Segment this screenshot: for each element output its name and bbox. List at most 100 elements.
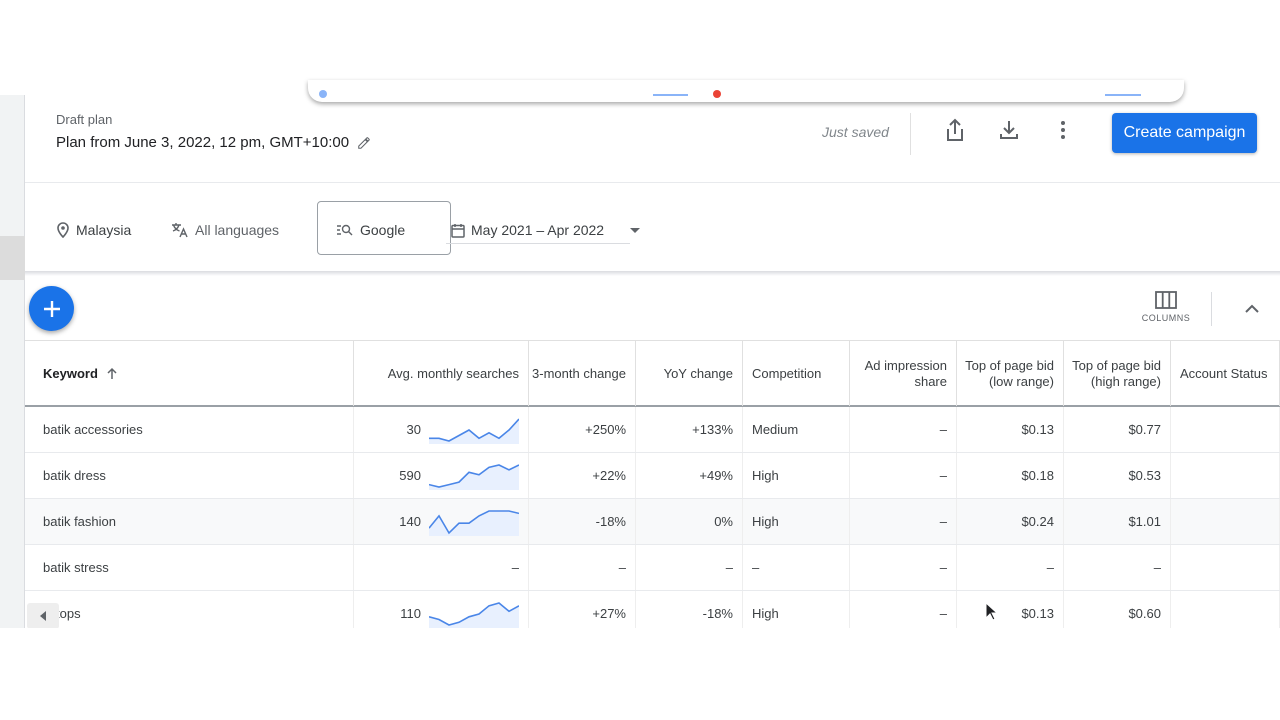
cell-yoy-text: +49% <box>699 468 733 483</box>
cell-impression-share: – <box>850 591 957 628</box>
cell-three-month-text: +250% <box>585 422 626 437</box>
cell-competition-text: – <box>752 560 760 575</box>
location-label: Malaysia <box>76 222 132 238</box>
create-campaign-button[interactable]: Create campaign <box>1112 113 1257 153</box>
cell-competition: Medium <box>743 407 850 452</box>
table-row[interactable]: batik dress 590 +22% +49% High – $0.18 $0.53 <box>25 453 1280 499</box>
filter-bar: Malaysia All languages Google May 2021 –… <box>25 183 1280 271</box>
trend-sparkline[interactable] <box>429 416 519 444</box>
plan-title[interactable]: Plan from June 3, 2022, 12 pm, GMT+10:00 <box>56 134 371 151</box>
bar-fragment <box>653 94 688 96</box>
collapse-button[interactable] <box>1240 297 1264 321</box>
cell-bid-high: – <box>1064 545 1171 590</box>
section-divider <box>25 271 1280 276</box>
search-network-icon <box>337 224 353 236</box>
table-row[interactable]: batik fashion 140 -18% 0% High – $0.24 $1.01 <box>25 499 1280 545</box>
cell-yoy-text: +133% <box>692 422 733 437</box>
download-icon[interactable] <box>996 117 1022 143</box>
cell-three-month-text: – <box>618 560 626 575</box>
cell-keyword-text: batik accessories <box>43 422 143 437</box>
columns-icon <box>1155 291 1177 309</box>
cell-bid-low: $0.13 <box>957 591 1064 628</box>
cell-bid-high-text: – <box>1153 560 1161 575</box>
table-row[interactable]: batik accessories 30 +250% +133% Medium – $0.1… <box>25 407 1280 453</box>
cell-three-month: +22% <box>529 453 636 498</box>
sort-ascending-icon[interactable] <box>106 367 118 380</box>
table-row[interactable]: batik stress – – – – – – – <box>25 545 1280 591</box>
dropdown-arrow-icon[interactable] <box>610 225 641 235</box>
toolbar-divider <box>1211 292 1212 326</box>
more-vert-icon[interactable] <box>1050 117 1076 143</box>
sparkline-area <box>429 510 519 536</box>
cell-three-month: – <box>529 545 636 590</box>
cell-yoy-text: -18% <box>702 606 733 621</box>
draft-label: Draft plan <box>56 112 113 127</box>
cell-keyword: batik fashion <box>25 499 354 544</box>
cell-yoy: +49% <box>636 453 743 498</box>
columns-button[interactable]: COLUMNS <box>1141 291 1191 331</box>
cell-yoy-text: 0% <box>714 514 733 529</box>
network-filter[interactable]: Google <box>336 222 405 238</box>
pencil-icon[interactable] <box>357 136 371 150</box>
cell-account-status <box>1171 453 1280 498</box>
language-filter[interactable]: All languages <box>171 222 279 238</box>
cell-bid-low-text: $0.13 <box>1021 606 1054 621</box>
header-avg-searches[interactable]: Avg. monthly searches <box>354 341 529 406</box>
calendar-icon <box>451 223 465 238</box>
cell-impression-share: – <box>850 499 957 544</box>
cell-avg-searches-text: 110 <box>400 606 421 621</box>
caret-left-icon <box>40 611 46 621</box>
floating-suggestion-bar <box>308 80 1184 102</box>
sparkline-area <box>429 418 519 444</box>
left-rail <box>0 95 25 628</box>
header-impression-share[interactable]: Ad impression share <box>850 341 957 406</box>
add-keyword-button[interactable] <box>29 286 74 331</box>
trend-sparkline[interactable] <box>429 508 519 536</box>
cell-keyword: batik stress <box>25 545 354 590</box>
cell-three-month: -18% <box>529 499 636 544</box>
cell-three-month: +27% <box>529 591 636 628</box>
cell-avg-searches: 110 <box>354 591 529 628</box>
cell-yoy-text: – <box>725 560 733 575</box>
cell-bid-low: $0.18 <box>957 453 1064 498</box>
rail-tab[interactable] <box>0 236 25 280</box>
mouse-cursor-icon <box>985 602 999 621</box>
table-row[interactable]: ik tops 110 +27% -18% High – $0.13 $0.60 <box>25 591 1280 628</box>
keyword-planner-frame: Draft plan Plan from June 3, 2022, 12 pm… <box>0 95 1280 628</box>
scroll-left-button[interactable] <box>27 603 59 628</box>
header-keyword[interactable]: Keyword <box>25 341 354 406</box>
cell-bid-low-text: $0.13 <box>1021 422 1054 437</box>
columns-label: COLUMNS <box>1141 313 1191 323</box>
bar-dot <box>319 90 327 98</box>
cell-keyword-text: batik fashion <box>43 514 116 529</box>
header-account-status[interactable]: Account Status <box>1171 341 1280 406</box>
date-range-filter[interactable]: May 2021 – Apr 2022 <box>451 222 641 238</box>
cell-yoy: -18% <box>636 591 743 628</box>
cell-bid-high-text: $0.53 <box>1128 468 1161 483</box>
trend-sparkline[interactable] <box>429 462 519 490</box>
cell-avg-searches: 140 <box>354 499 529 544</box>
cell-bid-low: – <box>957 545 1064 590</box>
cell-keyword-text: batik dress <box>43 468 106 483</box>
cell-three-month-text: +22% <box>592 468 626 483</box>
cell-bid-high: $0.53 <box>1064 453 1171 498</box>
location-pin-icon <box>57 222 69 238</box>
cell-impression-share-text: – <box>939 514 947 529</box>
cell-avg-searches-text: 590 <box>399 468 421 483</box>
keyword-table: Keyword Avg. monthly searches 3-month ch… <box>25 340 1280 628</box>
header-bid-high[interactable]: Top of page bid (high range) <box>1064 341 1171 406</box>
share-icon[interactable] <box>942 117 968 143</box>
cell-impression-share: – <box>850 545 957 590</box>
location-filter[interactable]: Malaysia <box>56 222 131 238</box>
trend-sparkline[interactable] <box>429 600 519 628</box>
cell-impression-share-text: – <box>939 468 947 483</box>
table-header-row: Keyword Avg. monthly searches 3-month ch… <box>25 340 1280 407</box>
header-competition[interactable]: Competition <box>743 341 850 406</box>
header-bid-low[interactable]: Top of page bid (low range) <box>957 341 1064 406</box>
date-range-label: May 2021 – Apr 2022 <box>471 222 605 238</box>
cell-avg-searches: 590 <box>354 453 529 498</box>
cell-competition-text: High <box>752 468 779 483</box>
header-yoy[interactable]: YoY change <box>636 341 743 406</box>
cell-avg-searches: 30 <box>354 407 529 452</box>
header-three-month[interactable]: 3-month change <box>529 341 636 406</box>
